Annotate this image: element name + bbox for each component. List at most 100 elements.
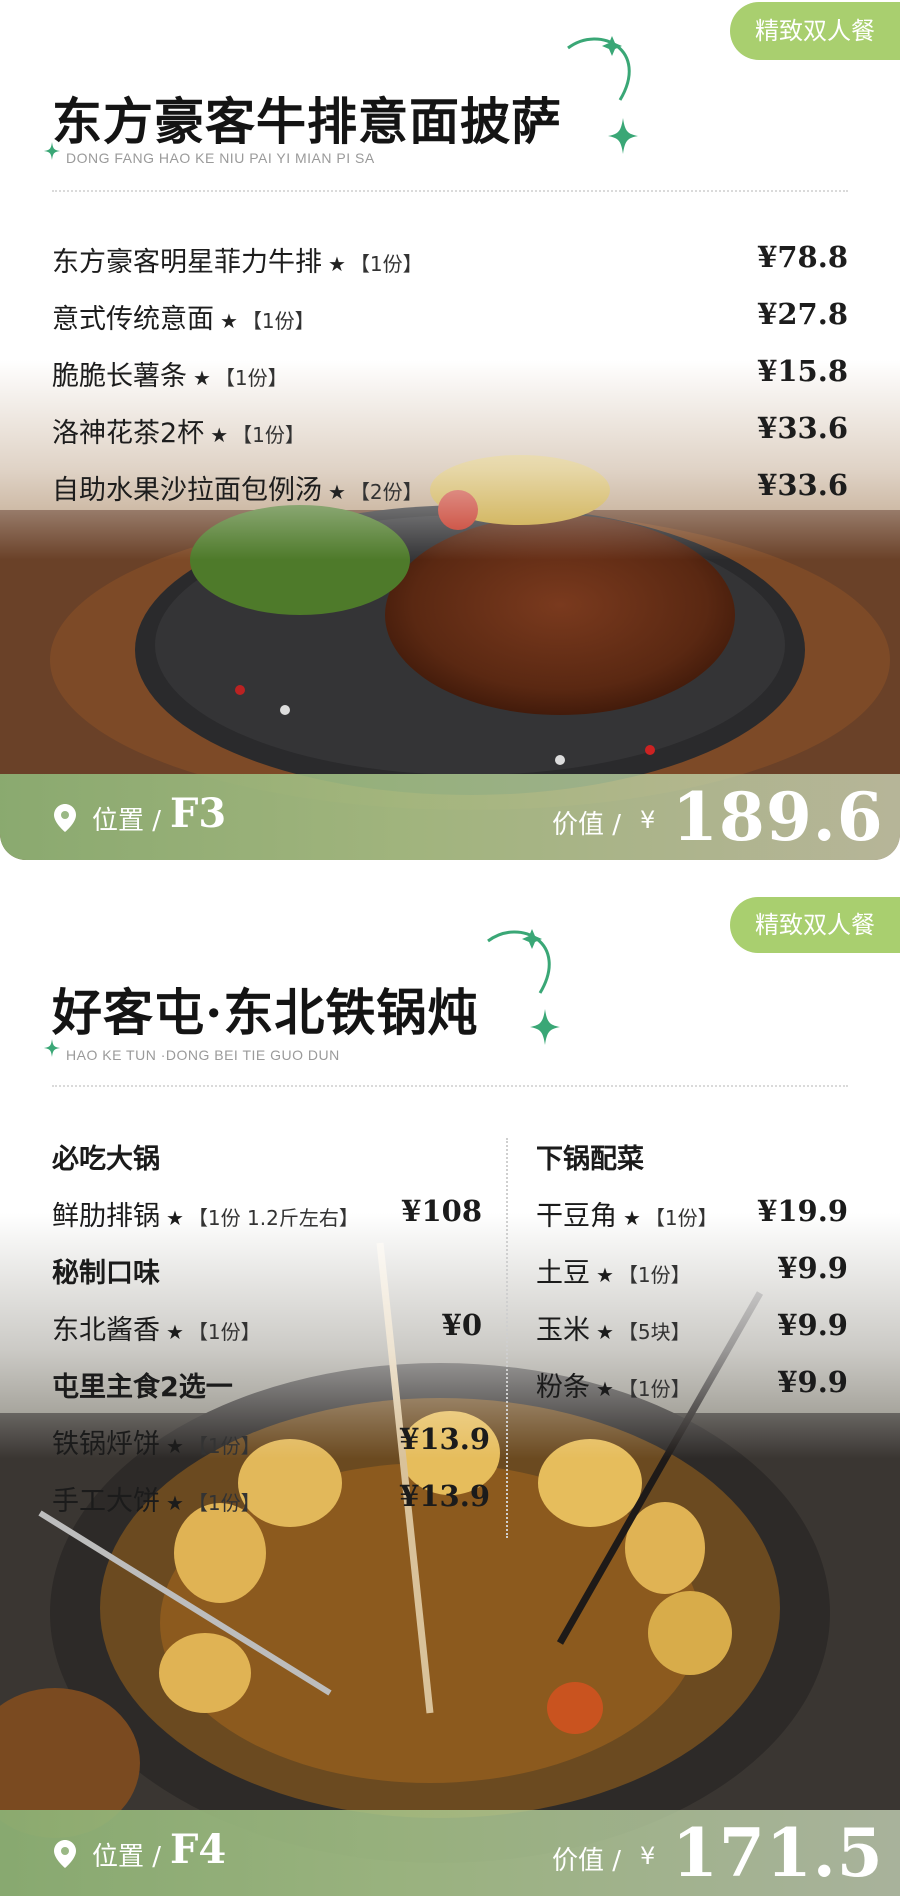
menu-item-row: 东北酱香 ★ 【1份】 ¥0 xyxy=(52,1308,482,1365)
right-menu-column: 下锅配菜 干豆角 ★ 【1份】 ¥19.9 土豆 ★ 【1份】 ¥9.9 玉米 ★ 【5块】… xyxy=(536,1137,848,1422)
item-quantity: 【1份 1.2斤左右】 xyxy=(187,1206,359,1230)
menu-item-row: 粉条 ★ 【1份】 ¥9.9 xyxy=(536,1365,848,1422)
value-label: 价值 / xyxy=(552,810,622,840)
badge-label: 精致双人餐 xyxy=(730,897,900,953)
menu-item-row: 意式传统意面 ★ 【1份】 ¥27.8 xyxy=(52,297,848,341)
star-icon: ★ xyxy=(596,1377,614,1401)
item-quantity: 【1份】 xyxy=(187,1491,261,1515)
item-price: ¥0 xyxy=(441,1308,482,1342)
location-floor: F3 xyxy=(170,790,227,837)
item-name: 干豆角 xyxy=(536,1201,617,1232)
sparkle-icon xyxy=(608,118,638,154)
menu-item-row: 玉米 ★ 【5块】 ¥9.9 xyxy=(536,1308,848,1365)
item-quantity: 【2份】 xyxy=(349,480,423,504)
section-heading: 屯里主食2选一 xyxy=(52,1372,233,1403)
item-price: ¥9.9 xyxy=(777,1308,848,1342)
item-price: ¥78.8 xyxy=(757,240,848,274)
restaurant-title: 好客屯·东北铁锅炖 xyxy=(52,983,479,1042)
item-quantity: 【1份】 xyxy=(617,1377,691,1401)
item-name: 铁锅烀饼 xyxy=(52,1429,160,1460)
item-quantity: 【1份】 xyxy=(214,366,288,390)
menu-item-row: 自助水果沙拉面包例汤 ★ 【2份】 ¥33.6 xyxy=(52,468,848,512)
section-heading: 必吃大锅 xyxy=(52,1144,160,1175)
total-value: 189.6 xyxy=(672,778,884,856)
item-price: ¥19.9 xyxy=(757,1194,848,1228)
star-icon: ★ xyxy=(328,480,346,504)
column-divider xyxy=(506,1138,508,1538)
item-price: ¥9.9 xyxy=(777,1251,848,1285)
item-name: 脆脆长薯条 xyxy=(52,361,187,392)
location-label: 位置 / xyxy=(92,1842,162,1872)
menu-item-row: 脆脆长薯条 ★ 【1份】 ¥15.8 xyxy=(52,354,848,398)
item-name: 手工大饼 xyxy=(52,1486,160,1517)
total-value: 171.5 xyxy=(672,1814,884,1892)
item-quantity: 【1份】 xyxy=(644,1206,718,1230)
menu-item-row: 干豆角 ★ 【1份】 ¥19.9 xyxy=(536,1194,848,1251)
item-price: ¥108 xyxy=(401,1194,482,1228)
menu-item-row: 铁锅烀饼 ★ 【1份】 ¥13.9 xyxy=(52,1422,490,1479)
price-footer: 位置 / F3 价值 / ¥ 189.6 xyxy=(0,774,900,860)
item-quantity: 【1份】 xyxy=(232,423,305,447)
item-name: 东北酱香 xyxy=(52,1315,160,1346)
location-pin-icon xyxy=(54,1840,76,1868)
item-price: ¥13.9 xyxy=(399,1422,490,1456)
divider xyxy=(52,190,848,192)
restaurant-subtitle: HAO KE TUN ·DONG BEI TIE GUO DUN xyxy=(66,1047,340,1063)
star-icon: ★ xyxy=(596,1320,614,1344)
star-icon: ★ xyxy=(210,423,229,447)
star-icon: ★ xyxy=(193,366,211,390)
left-menu-column: 必吃大锅 鲜肋排锅 ★ 【1份 1.2斤左右】 ¥108 秘制口味 东北酱香 ★ 【1份… xyxy=(52,1137,490,1536)
section-heading: 秘制口味 xyxy=(52,1258,160,1289)
item-name: 东方豪客明星菲力牛排 xyxy=(52,247,322,278)
currency-symbol: ¥ xyxy=(640,806,656,834)
item-price: ¥27.8 xyxy=(757,297,848,331)
item-price: ¥9.9 xyxy=(777,1365,848,1399)
restaurant-subtitle: DONG FANG HAO KE NIU PAI YI MIAN PI SA xyxy=(66,150,375,166)
star-icon: ★ xyxy=(220,309,238,333)
orbit-decoration-icon xyxy=(567,36,631,101)
item-price: ¥33.6 xyxy=(757,411,848,445)
item-name: 土豆 xyxy=(536,1258,590,1289)
currency-symbol: ¥ xyxy=(640,1842,656,1870)
item-name: 洛神花茶2杯 xyxy=(52,418,205,449)
item-quantity: 【1份】 xyxy=(349,252,423,276)
menu-item-row: 鲜肋排锅 ★ 【1份 1.2斤左右】 ¥108 xyxy=(52,1194,482,1251)
iron-pot-combo-card: 精致双人餐 好客屯·东北铁锅炖 HAO KE TUN ·DONG BEI TIE… xyxy=(0,893,900,1896)
menu-item-row: 土豆 ★ 【1份】 ¥9.9 xyxy=(536,1251,848,1308)
item-quantity: 【1份】 xyxy=(187,1320,261,1344)
item-quantity: 【1份】 xyxy=(241,309,315,333)
item-quantity: 【5块】 xyxy=(617,1320,691,1344)
menu-item-row: 手工大饼 ★ 【1份】 ¥13.9 xyxy=(52,1479,490,1536)
divider xyxy=(52,1085,848,1087)
star-icon: ★ xyxy=(166,1434,184,1458)
sparkle-icon xyxy=(530,1009,560,1045)
item-name: 自助水果沙拉面包例汤 xyxy=(52,475,322,506)
restaurant-title: 东方豪客牛排意面披萨 xyxy=(52,92,562,151)
value-label: 价值 / xyxy=(552,1846,622,1876)
badge-label: 精致双人餐 xyxy=(730,2,900,60)
steak-combo-card: 精致双人餐 东方豪客牛排意面披萨 DONG FANG HAO KE NIU PA… xyxy=(0,0,900,860)
item-name: 意式传统意面 xyxy=(52,304,214,335)
menu-item-row: 洛神花茶2杯 ★ 【1份】 ¥33.6 xyxy=(52,411,848,455)
star-icon: ★ xyxy=(328,252,346,276)
item-quantity: 【1份】 xyxy=(617,1263,691,1287)
location-pin-icon xyxy=(54,804,76,832)
star-icon: ★ xyxy=(166,1320,184,1344)
star-icon: ★ xyxy=(166,1491,184,1515)
item-price: ¥33.6 xyxy=(757,468,848,502)
item-price: ¥15.8 xyxy=(757,354,848,388)
item-price: ¥13.9 xyxy=(399,1479,490,1513)
item-quantity: 【1份】 xyxy=(187,1434,261,1458)
star-icon: ★ xyxy=(596,1263,614,1287)
section-heading: 下锅配菜 xyxy=(536,1144,644,1175)
price-footer: 位置 / F4 价值 / ¥ 171.5 xyxy=(0,1810,900,1896)
star-icon: ★ xyxy=(166,1206,184,1230)
location-floor: F4 xyxy=(170,1826,227,1873)
item-name: 鲜肋排锅 xyxy=(52,1201,160,1232)
orbit-decoration-icon xyxy=(487,929,551,994)
star-icon: ★ xyxy=(623,1206,641,1230)
menu-item-row: 东方豪客明星菲力牛排 ★ 【1份】 ¥78.8 xyxy=(52,240,848,284)
item-name: 粉条 xyxy=(536,1372,590,1403)
item-name: 玉米 xyxy=(536,1315,590,1346)
location-label: 位置 / xyxy=(92,806,162,836)
